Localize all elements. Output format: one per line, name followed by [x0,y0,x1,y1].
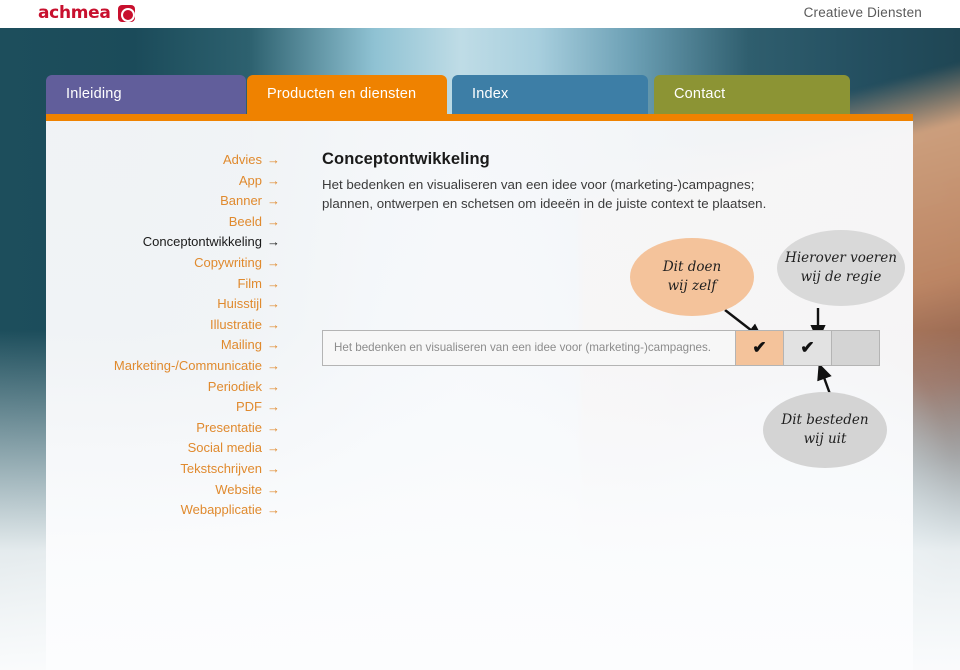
arrow-right-icon: → [267,254,280,270]
sidebar-item-conceptontwikkeling[interactable]: Conceptontwikkeling → [46,232,284,253]
sidebar-item-periodiek[interactable]: Periodiek → [46,377,284,398]
responsibility-diagram: Dit doen wij zelf Hierover voeren wij de… [322,230,922,486]
sidebar-item-beeld[interactable]: Beeld → [46,212,284,233]
top-bar: achmea Creatieve Diensten [0,0,960,28]
sidebar-item-label: Website [215,481,262,497]
bubble-direct-line-2: wij de regie [800,269,882,285]
arrow-right-icon: → [267,316,280,332]
section-intro: Het bedenken en visualiseren van een ide… [322,176,902,213]
sidebar-item-label: Banner [220,193,262,209]
tab-inleiding[interactable]: Inleiding [46,75,246,114]
bubble-direct-line-1: Hierover voeren [785,250,897,266]
sidebar-item-website[interactable]: Website → [46,480,284,501]
section-intro-line-1: Het bedenken en visualiseren van een ide… [322,177,755,192]
sidebar-item-webapplicatie[interactable]: Webapplicatie → [46,500,284,521]
sidebar-item-marketing-communicatie[interactable]: Marketing-/Communicatie → [46,356,284,377]
bubble-outsource-line-2: wij uit [803,431,847,447]
arrow-right-icon: → [267,460,280,476]
sidebar-item-social-media[interactable]: Social media → [46,438,284,459]
arrow-right-icon: → [267,152,280,167]
sidebar-item-label: Illustratie [209,316,262,332]
tab-index[interactable]: Index [452,75,648,114]
sidebar-item-film[interactable]: Film → [46,274,284,295]
sidebar-item-label: Mailing [220,337,262,353]
tab-producten-en-diensten[interactable]: Producten en diensten [247,75,447,114]
arrow-right-icon: → [267,193,280,209]
sidebar-item-label: Marketing-/Communicatie [113,357,262,373]
arrow-right-icon: → [267,502,280,518]
achmea-dot-mark-icon [117,4,136,22]
arrow-right-icon: → [267,275,280,291]
cell-self-check[interactable]: ✔ [736,330,784,366]
arrow-right-icon: → [267,440,280,456]
arrow-right-icon: → [267,378,280,394]
sidebar-item-label: Periodiek [207,378,262,394]
bubble-outsource-line-1: Dit besteden [781,412,869,428]
sidebar-item-app[interactable]: App → [46,171,284,192]
logo-wordmark: achmea [38,3,111,23]
service-sidebar: Advies → App → Banner → Beeld → Conceptontwikkel… [46,150,284,521]
bubble-self-line-1: Dit doen [662,259,722,275]
sidebar-item-label: Presentatie [196,419,262,435]
sidebar-item-huisstijl[interactable]: Huisstijl → [46,294,284,315]
arrow-right-icon: → [267,337,280,353]
sidebar-item-label: PDF [236,399,262,415]
cell-direction-check[interactable]: ✔ [784,330,832,366]
tab-contact[interactable]: Contact [654,75,850,114]
sidebar-item-label: App [238,172,262,188]
sidebar-item-label: Copywriting [194,254,262,270]
arrow-right-icon: → [267,399,280,415]
sidebar-item-advies[interactable]: Advies → [46,150,284,171]
active-tab-underline [46,114,913,121]
arrow-right-icon: → [267,481,280,497]
sidebar-item-copywriting[interactable]: Copywriting → [46,253,284,274]
bubble-dit-besteden-wij-uit: Dit besteden wij uit [763,392,887,468]
sidebar-item-label: Conceptontwikkeling [142,234,262,250]
sidebar-item-label: Webapplicatie [180,502,262,518]
bubble-dit-doen-wij-zelf: Dit doen wij zelf [630,238,754,316]
page-title: Creatieve Diensten [803,5,922,20]
sidebar-item-illustratie[interactable]: Illustratie → [46,315,284,336]
arrow-right-icon: → [267,419,280,435]
sidebar-item-label: Film [237,275,262,291]
achmea-logo[interactable]: achmea [38,3,136,23]
sidebar-item-label: Huisstijl [217,296,262,312]
sidebar-item-label: Beeld [228,213,262,229]
bubble-self-line-2: wij zelf [667,278,717,294]
sidebar-item-label: Advies [222,152,262,167]
main-tab-bar: Inleiding Producten en diensten Index Co… [0,75,960,115]
responsibility-row: Het bedenken en visualiseren van een ide… [322,330,880,366]
arrow-right-icon: → [267,172,280,188]
arrow-right-icon: → [267,213,280,229]
section-intro-line-2: plannen, ontwerpen en schetsen om ideeën… [322,195,767,211]
row-description: Het bedenken en visualiseren van een ide… [322,330,736,366]
bubble-hierover-voeren-wij-de-regie: Hierover voeren wij de regie [777,230,905,306]
sidebar-item-presentatie[interactable]: Presentatie → [46,418,284,439]
section-heading: Conceptontwikkeling [322,150,490,168]
arrow-right-icon: → [267,296,280,312]
sidebar-item-mailing[interactable]: Mailing → [46,335,284,356]
sidebar-item-label: Tekstschrijven [180,460,262,476]
arrow-right-icon: → [267,357,280,373]
cell-outsource-check[interactable] [832,330,880,366]
sidebar-item-tekstschrijven[interactable]: Tekstschrijven → [46,459,284,480]
sidebar-item-pdf[interactable]: PDF → [46,397,284,418]
main-column: Conceptontwikkeling Het bedenken en visu… [322,150,902,213]
sidebar-item-label: Social media [187,440,262,456]
sidebar-item-banner[interactable]: Banner → [46,191,284,212]
arrow-right-icon: → [267,234,280,250]
